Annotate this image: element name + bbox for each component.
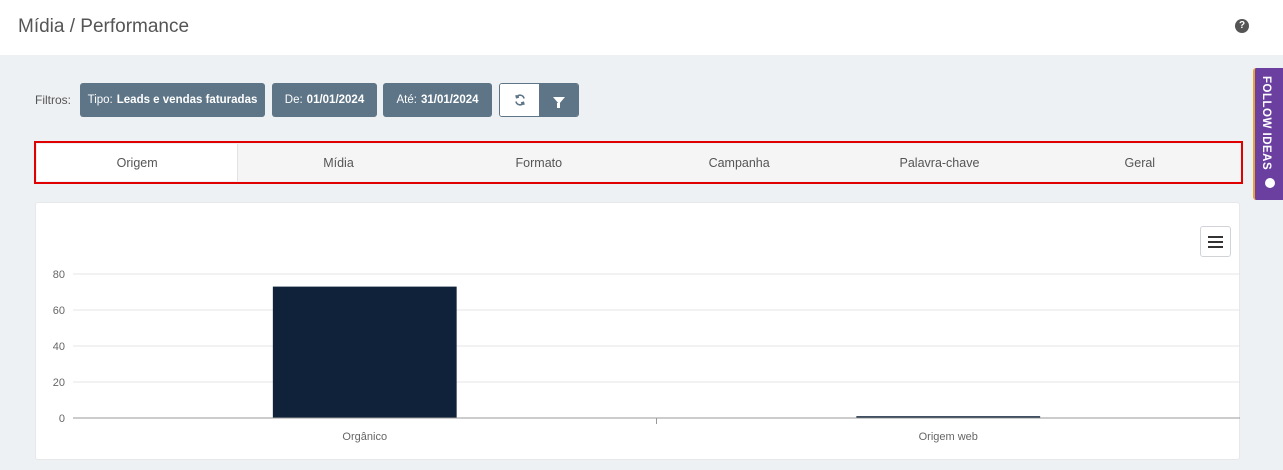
y-tick-label: 80	[53, 269, 65, 281]
y-tick-label: 20	[53, 377, 65, 389]
bar-chart: 0 20 40 60 80 Orgânico Origem web	[53, 269, 1240, 443]
y-tick-label: 0	[59, 413, 65, 425]
y-tick-label: 60	[53, 305, 65, 317]
follow-ideas-label: FOLLOW IDEAS	[1260, 76, 1272, 171]
x-category-label: Orgânico	[342, 431, 387, 443]
x-category-label: Origem web	[919, 431, 978, 443]
follow-ideas-tab[interactable]: FOLLOW IDEAS	[1253, 68, 1283, 200]
y-tick-label: 40	[53, 341, 65, 353]
chart-bars	[272, 286, 1041, 418]
lightbulb-icon	[1265, 178, 1275, 188]
bar[interactable]	[272, 286, 457, 418]
chart-axes: 0 20 40 60 80 Orgânico Origem web	[53, 269, 1240, 443]
chart-grid	[73, 273, 1240, 419]
